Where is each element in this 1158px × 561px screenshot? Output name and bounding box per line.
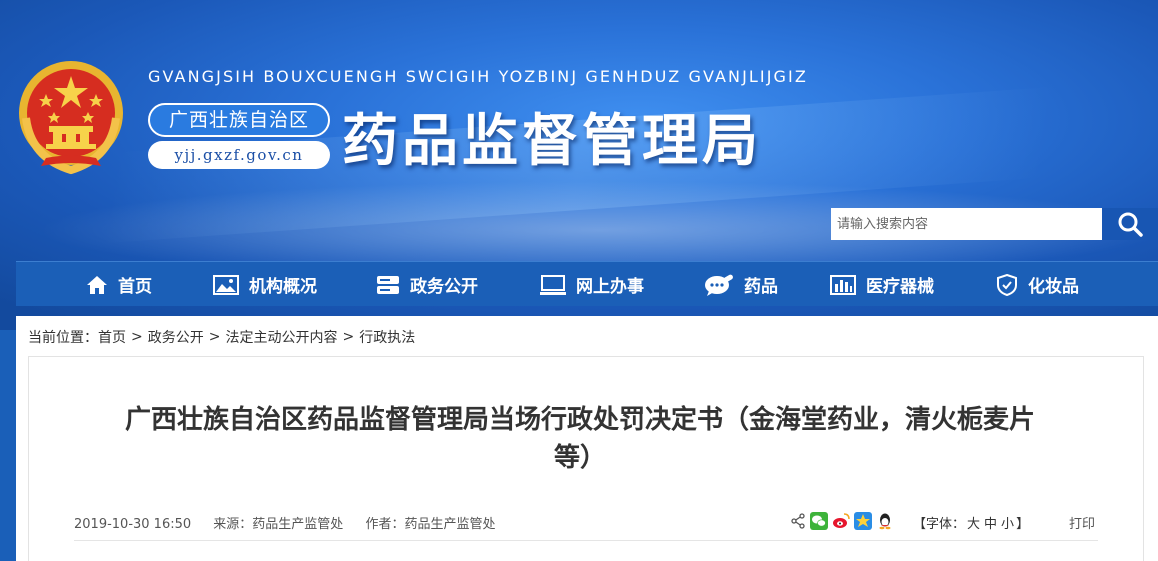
nav-item-cosmetics[interactable]: 化妆品 <box>996 262 1079 307</box>
region-label: 广西壮族自治区 <box>148 103 330 137</box>
nav-label: 政务公开 <box>410 277 478 297</box>
breadcrumb-enforcement[interactable]: 行政执法 <box>359 327 415 347</box>
breadcrumb-separator: > <box>131 329 143 345</box>
font-large-button[interactable]: 大 <box>967 517 980 532</box>
article-title-line: 广西壮族自治区药品监督管理局当场行政处罚决定书（金海堂药业，清火栀麦片 <box>124 405 1035 435</box>
font-small-button[interactable]: 小 <box>1001 517 1014 532</box>
font-size-label: 【字体： <box>913 517 966 532</box>
national-emblem-icon <box>16 58 126 176</box>
article-title: 广西壮族自治区药品监督管理局当场行政处罚决定书（金海堂药业，清火栀麦片 等） <box>80 401 1080 477</box>
print-button[interactable]: 打印 <box>1069 513 1095 532</box>
breadcrumb-gov-affairs[interactable]: 政务公开 <box>148 327 204 347</box>
article-author: 作者：药品生产监管处 <box>365 517 496 532</box>
breadcrumb-home[interactable]: 首页 <box>98 327 126 347</box>
nav-item-gov-affairs[interactable]: 政务公开 <box>376 262 478 307</box>
share-icon[interactable] <box>790 513 806 529</box>
breadcrumb-statutory-disclosure[interactable]: 法定主动公开内容 <box>225 327 337 347</box>
image-icon <box>213 274 239 295</box>
nav-item-online-service[interactable]: 网上办事 <box>540 262 644 307</box>
nav-label: 药品 <box>744 277 778 297</box>
wechat-icon[interactable] <box>810 512 828 530</box>
font-size-bracket: 】 <box>1016 517 1030 532</box>
share-bar <box>790 512 898 530</box>
nav-item-home[interactable]: 首页 <box>86 262 152 307</box>
romanized-agency-name: GVANGJSIH BOUXCUENGH SWCIGIH YOZBINJ GEN… <box>148 67 808 86</box>
article-title-line: 等） <box>553 443 606 473</box>
server-icon <box>377 275 399 294</box>
nav-label: 首页 <box>118 277 152 297</box>
breadcrumb-prefix: 当前位置： <box>28 330 98 346</box>
font-size-control: 【字体：大中小】 <box>913 513 1029 532</box>
main-nav: 首页 机构概况 政务公开 网上办事 药品 医疗器械 化妆品 <box>16 261 1158 306</box>
nav-label: 医疗器械 <box>866 277 934 297</box>
nav-item-drugs[interactable]: 药品 <box>704 262 778 307</box>
home-icon <box>87 275 107 294</box>
site-url: yjj.gxzf.gov.cn <box>148 141 330 169</box>
article-source: 来源：药品生产监管处 <box>213 517 344 532</box>
monitor-icon <box>540 274 566 295</box>
font-medium-button[interactable]: 中 <box>984 517 997 532</box>
nav-item-medical-devices[interactable]: 医疗器械 <box>830 262 934 307</box>
shield-icon <box>997 273 1017 296</box>
pill-chat-icon <box>705 274 733 296</box>
breadcrumb-separator: > <box>342 329 355 345</box>
weibo-icon[interactable] <box>832 512 850 530</box>
breadcrumb: 当前位置： 首页 > 政务公开 > 法定主动公开内容 > 行政执法 <box>28 327 415 347</box>
qzone-icon[interactable] <box>854 512 872 530</box>
search-icon <box>1118 212 1143 237</box>
breadcrumb-separator: > <box>208 329 221 345</box>
publish-date: 2019-10-30 16:50 <box>74 517 192 532</box>
article-meta: 2019-10-30 16:50 来源：药品生产监管处 作者：药品生产监管处 <box>74 513 513 532</box>
nav-label: 机构概况 <box>249 277 317 297</box>
search-button[interactable] <box>1102 208 1158 240</box>
meta-divider <box>74 540 1098 541</box>
nav-item-about[interactable]: 机构概况 <box>213 262 317 307</box>
qq-icon[interactable] <box>876 512 894 530</box>
nav-label: 网上办事 <box>576 277 644 297</box>
bar-chart-icon <box>830 274 856 295</box>
search-input[interactable] <box>831 208 1102 240</box>
site-title: 药品监督管理局 <box>342 109 762 174</box>
nav-label: 化妆品 <box>1028 277 1079 297</box>
